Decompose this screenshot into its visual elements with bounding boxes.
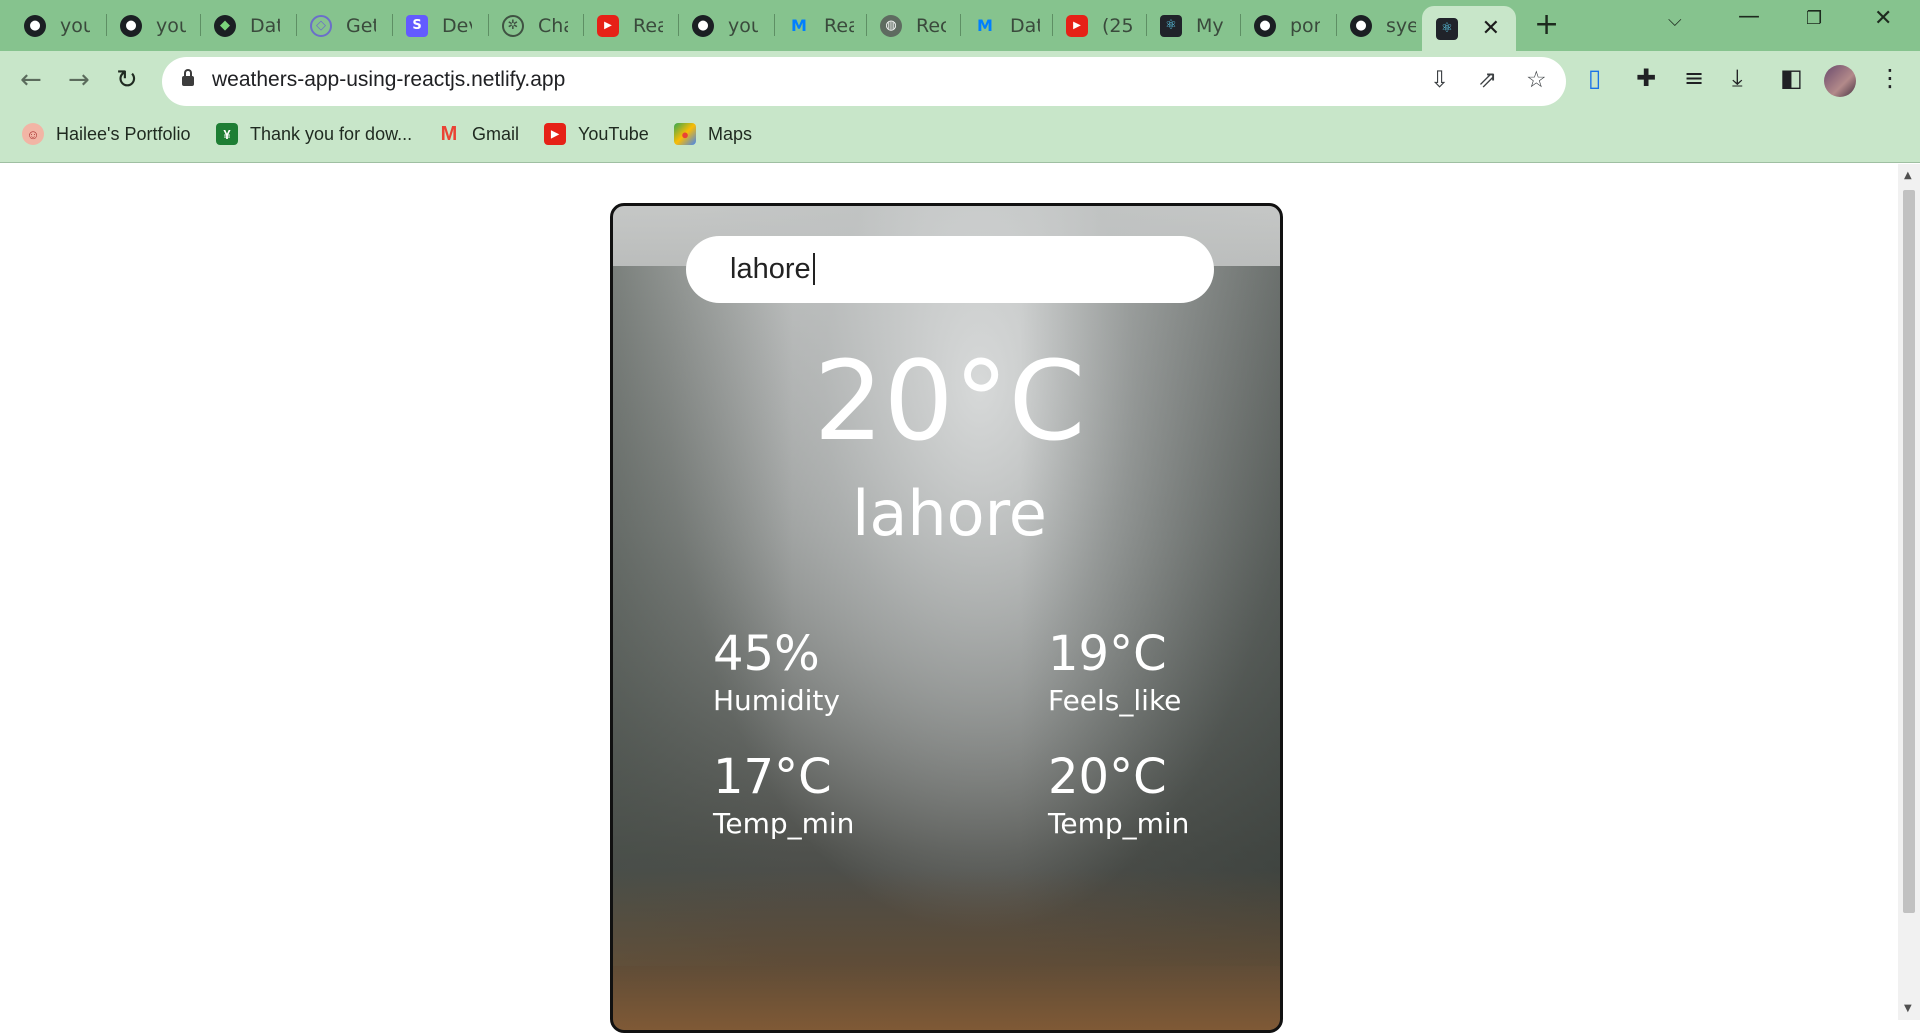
minimize-icon[interactable]: —: [1738, 4, 1760, 29]
browser-tab[interactable]: ◆ Data: [202, 8, 294, 43]
browser-tab[interactable]: ◇ Gett: [298, 8, 390, 43]
bookmark-hailees-portfolio[interactable]: ☺ Hailee's Portfolio: [22, 123, 191, 145]
github-icon: ●: [1254, 14, 1276, 37]
lock-icon[interactable]: [182, 69, 194, 87]
url-text[interactable]: weathers-app-using-reactjs.netlify.app: [212, 68, 565, 92]
maps-icon: ●: [674, 123, 696, 145]
chatgpt-icon: ✲: [502, 14, 524, 37]
mongodb-icon: ◆: [214, 14, 236, 37]
browser-tab[interactable]: M Reac: [776, 8, 868, 43]
current-temperature: 20°C: [813, 337, 1086, 465]
browser-tab[interactable]: ▶ (259: [1054, 8, 1146, 43]
city-search-input[interactable]: [686, 236, 1214, 303]
scroll-up-icon[interactable]: ▲: [1904, 170, 1912, 181]
browser-tab[interactable]: ● port: [1242, 8, 1334, 43]
temp-max-label: Temp_min: [1048, 807, 1190, 840]
mui-icon: M: [977, 16, 993, 35]
react-icon: ⚛: [1436, 17, 1458, 40]
feels-like-value: 19°C: [1048, 626, 1167, 682]
menu-kebab-icon[interactable]: ⋮: [1878, 64, 1902, 92]
bookmarks-bar: ☺ Hailee's Portfolio ¥ Thank you for dow…: [0, 111, 1920, 163]
mui-icon: M: [791, 16, 807, 35]
bookmark-thank-you[interactable]: ¥ Thank you for dow...: [216, 123, 412, 145]
browser-tab[interactable]: S Dev: [394, 8, 486, 43]
reload-icon[interactable]: ↻: [116, 65, 138, 95]
new-tab-button[interactable]: +: [1534, 10, 1559, 40]
browser-tab[interactable]: ● yout: [680, 8, 772, 43]
share-icon[interactable]: ⇗: [1478, 67, 1497, 93]
graphql-icon: ◇: [310, 14, 332, 37]
browser-tab[interactable]: ● yout: [108, 8, 200, 43]
browser-tab[interactable]: ▶ Reac: [585, 8, 677, 43]
browser-tab[interactable]: ◍ Rech: [868, 8, 960, 43]
portfolio-icon: ☺: [22, 123, 44, 145]
github-icon: ●: [24, 14, 46, 37]
feels-like-label: Feels_like: [1048, 684, 1182, 717]
restore-icon[interactable]: ❐: [1806, 8, 1822, 29]
humidity-label: Humidity: [713, 684, 840, 717]
browser-tab[interactable]: ● syed: [1338, 8, 1430, 43]
temp-min-value: 17°C: [713, 749, 832, 805]
download-icon[interactable]: ⤓: [1732, 64, 1743, 92]
close-window-icon[interactable]: ✕: [1874, 6, 1892, 31]
youtube-icon: ▶: [597, 14, 619, 37]
back-arrow-icon[interactable]: ←: [20, 65, 42, 95]
download-icon: ¥: [216, 123, 238, 145]
stripe-icon: S: [406, 14, 428, 37]
bookmark-maps[interactable]: ● Maps: [674, 123, 752, 145]
react-icon: ⚛: [1160, 14, 1182, 37]
close-tab-icon[interactable]: ✕: [1482, 16, 1500, 41]
scroll-down-icon[interactable]: ▼: [1904, 1003, 1912, 1014]
browser-tab[interactable]: ● yout: [12, 8, 104, 43]
browser-tab[interactable]: ✲ Chat: [490, 8, 582, 43]
profile-avatar[interactable]: [1824, 65, 1856, 97]
github-icon: ●: [692, 14, 714, 37]
puzzle-icon[interactable]: ✚: [1636, 64, 1656, 92]
browser-tab[interactable]: M Data: [962, 8, 1054, 43]
text-caret: [813, 253, 815, 285]
globe-icon: ◍: [880, 14, 902, 37]
humidity-value: 45%: [713, 626, 820, 682]
scrollbar-thumb[interactable]: [1903, 190, 1915, 913]
media-control-icon[interactable]: ≡: [1684, 64, 1704, 92]
tab-strip: ● yout ● yout ◆ Data ◇ Gett S Dev ✲ Chat…: [0, 0, 1920, 51]
bookmark-star-icon[interactable]: ☆: [1526, 67, 1547, 93]
active-browser-tab[interactable]: ⚛ ✕: [1422, 6, 1516, 51]
temp-min-label: Temp_min: [713, 807, 855, 840]
install-app-icon[interactable]: ⇩: [1430, 67, 1449, 93]
github-icon: ●: [1350, 14, 1372, 37]
browser-toolbar: ← → ↻ weathers-app-using-reactjs.netlify…: [0, 51, 1920, 111]
github-icon: ●: [120, 14, 142, 37]
bookmark-youtube[interactable]: ▶ YouTube: [544, 123, 649, 145]
forest-ground: [613, 870, 1280, 1030]
city-name: lahore: [852, 477, 1047, 550]
page-scrollbar[interactable]: ▲ ▼: [1898, 164, 1920, 1020]
address-bar[interactable]: weathers-app-using-reactjs.netlify.app ⇩…: [162, 57, 1566, 106]
extension-icon[interactable]: ▯: [1588, 64, 1601, 92]
weather-card: 20°C lahore 45% Humidity 19°C Feels_like…: [610, 203, 1283, 1033]
forward-arrow-icon[interactable]: →: [68, 65, 90, 95]
browser-tab[interactable]: ⚛ My: [1148, 8, 1240, 43]
gmail-icon: M: [440, 122, 458, 145]
bookmark-gmail[interactable]: M Gmail: [438, 123, 519, 145]
youtube-icon: ▶: [1066, 14, 1088, 37]
tab-search-icon[interactable]: ⌵: [1668, 10, 1682, 31]
side-panel-icon[interactable]: ◧: [1780, 64, 1803, 92]
youtube-icon: ▶: [544, 123, 566, 145]
temp-max-value: 20°C: [1048, 749, 1167, 805]
